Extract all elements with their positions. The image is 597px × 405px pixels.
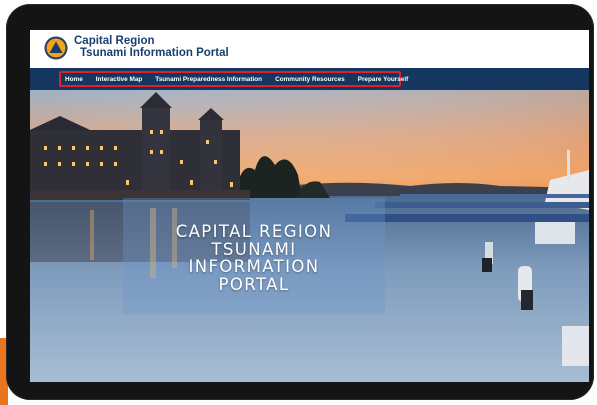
hero-title-line-3: INFORMATION xyxy=(188,257,320,276)
site-title-line-1: Capital Region xyxy=(74,35,155,47)
hero-title-line-2: TSUNAMI xyxy=(211,239,297,259)
site-header: Capital Region Tsunami Information Porta… xyxy=(30,30,589,68)
hero-title-line-1: CAPITAL REGION xyxy=(175,222,333,241)
tsunami-triangle-logo-icon[interactable] xyxy=(44,36,68,60)
site-title-line-2: Tsunami Information Portal xyxy=(80,47,229,59)
nav-item-tsunami-preparedness-information[interactable]: Tsunami Preparedness Information xyxy=(155,76,262,83)
nav-item-prepare-yourself[interactable]: Prepare Yourself xyxy=(358,76,409,83)
nav-item-community-resources[interactable]: Community Resources xyxy=(275,76,345,83)
hero-banner: CAPITAL REGION TSUNAMI INFORMATION PORTA… xyxy=(30,90,589,382)
main-navigation: Home Interactive Map Tsunami Preparednes… xyxy=(30,68,589,90)
nav-item-interactive-map[interactable]: Interactive Map xyxy=(96,76,143,83)
hero-title: CAPITAL REGION TSUNAMI INFORMATION PORTA… xyxy=(123,223,385,293)
tablet-frame: Capital Region Tsunami Information Porta… xyxy=(6,4,594,400)
nav-item-home[interactable]: Home xyxy=(65,76,83,83)
nav-items: Home Interactive Map Tsunami Preparednes… xyxy=(65,68,421,90)
site-title[interactable]: Capital Region Tsunami Information Porta… xyxy=(74,35,229,59)
tablet-screen: Capital Region Tsunami Information Porta… xyxy=(30,30,589,382)
hero-title-line-4: PORTAL xyxy=(218,274,290,294)
